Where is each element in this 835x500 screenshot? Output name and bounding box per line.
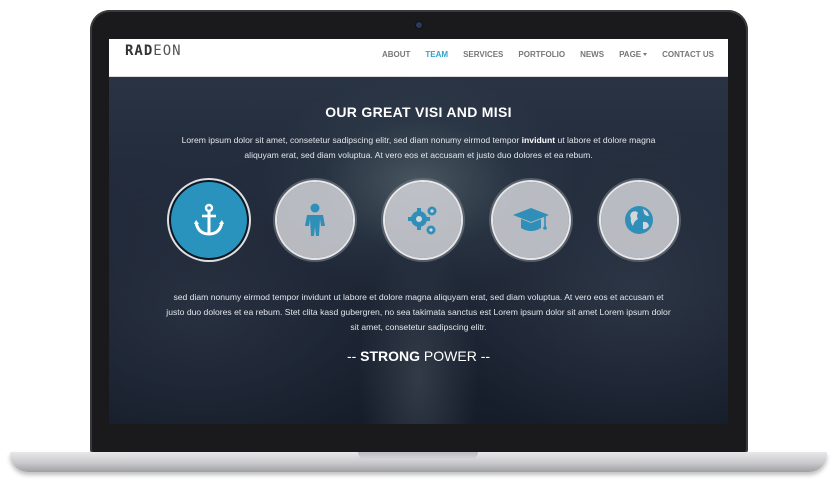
feature-gears[interactable] [385, 182, 461, 258]
feature-globe[interactable] [601, 182, 677, 258]
feature-circles [109, 182, 728, 272]
nav-services[interactable]: SERVICES [463, 50, 503, 59]
tagline-bold: STRONG [360, 348, 421, 364]
feature-education[interactable] [493, 182, 569, 258]
main-nav: ABOUT TEAM SERVICES PORTFOLIO NEWS PAGE … [367, 50, 714, 59]
gears-icon [408, 206, 437, 235]
intro-text-before: Lorem ipsum dolor sit amet, consetetur s… [181, 135, 520, 145]
hero-title: OUR GREAT VISI AND MISI [325, 104, 512, 120]
nav-portfolio[interactable]: PORTFOLIO [518, 50, 565, 59]
site-logo[interactable]: RADEON [125, 43, 182, 59]
hero-body-text: sed diam nonumy eirmod tempor invidunt u… [166, 292, 671, 332]
feature-anchor[interactable] [171, 182, 247, 258]
laptop-notch [358, 452, 478, 460]
logo-light: EON [153, 43, 182, 59]
webcam [416, 22, 422, 28]
tagline-prefix: -- [346, 348, 361, 364]
nav-page-dropdown[interactable]: PAGE [619, 50, 648, 59]
nav-news[interactable]: NEWS [580, 50, 604, 59]
hero-intro: Lorem ipsum dolor sit amet, consetetur s… [169, 133, 668, 163]
feature-person[interactable] [277, 182, 353, 258]
caret-down-icon [643, 53, 648, 57]
graduation-cap-icon [513, 208, 549, 231]
logo-bold: RAD [125, 43, 154, 59]
hero-section: OUR GREAT VISI AND MISI Lorem ipsum dolo… [109, 76, 728, 424]
globe-icon [625, 206, 653, 234]
nav-team[interactable]: TEAM [425, 50, 448, 59]
navbar: RADEON ABOUT TEAM SERVICES PORTFOLIO NEW… [109, 39, 728, 77]
person-icon [305, 203, 325, 236]
anchor-icon [194, 203, 224, 236]
strong-power-tagline: -- STRONG POWER -- [109, 348, 728, 364]
nav-about[interactable]: ABOUT [382, 50, 410, 59]
nav-contact-us[interactable]: CONTACT US [662, 50, 714, 59]
nav-page-label: PAGE [619, 50, 642, 59]
screen: RADEON ABOUT TEAM SERVICES PORTFOLIO NEW… [109, 39, 728, 424]
intro-text-bold: invidunt [521, 135, 556, 145]
tagline-suffix: POWER -- [420, 348, 491, 364]
